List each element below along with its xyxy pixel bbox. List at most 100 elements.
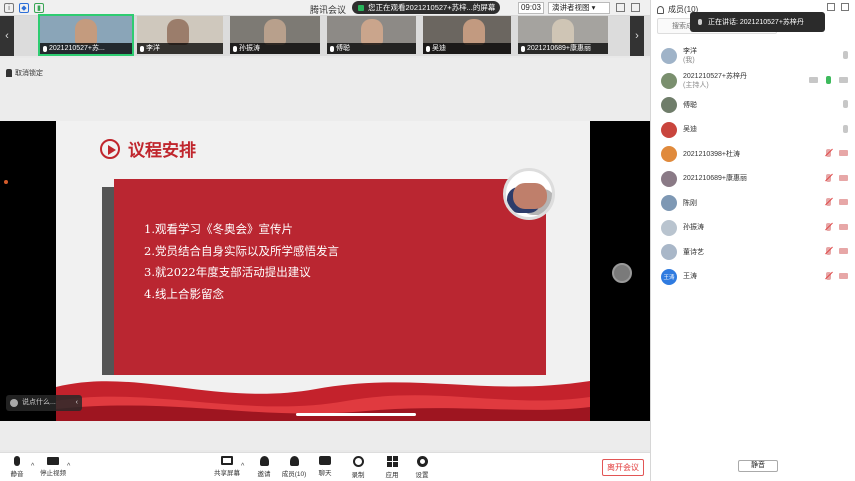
chevron-left-icon: ‹ <box>75 399 78 406</box>
video-off-icon[interactable] <box>839 248 848 254</box>
chat-quick-input[interactable]: 说点什么... ‹ <box>6 395 82 411</box>
member-item[interactable]: 李洋 (我) <box>651 44 855 69</box>
stop-video-label: 停止视频 <box>40 470 66 477</box>
mic-options-caret[interactable]: ^ <box>31 463 34 470</box>
strip-prev-button[interactable]: ‹ <box>0 16 14 56</box>
agenda-item: 4.线上合影留念 <box>144 286 224 301</box>
floating-control-button[interactable] <box>612 263 632 283</box>
participant-video <box>463 19 485 45</box>
person-icon <box>657 5 664 14</box>
meeting-toolbar: 静音 ^ 停止视频 ^ 共享屏幕 ^ 邀请 成员(10) 聊天 录制 应用 设置… <box>0 452 650 481</box>
invite-button[interactable]: 邀请 <box>249 456 279 480</box>
leave-meeting-button[interactable]: 离开会议 <box>602 459 644 476</box>
tile-name: 2021210527+苏... <box>49 45 105 52</box>
video-tile[interactable]: 孙振涛 <box>230 16 320 54</box>
avatar <box>661 170 677 187</box>
signal-icon[interactable]: ▮ <box>34 3 44 13</box>
member-item[interactable]: 吴迪 <box>651 118 855 143</box>
mic-icon <box>233 45 237 52</box>
pin-icon <box>6 69 12 77</box>
fullscreen-icon[interactable] <box>616 3 625 12</box>
record-button[interactable]: 录制 <box>343 456 373 480</box>
video-tile[interactable]: 吴迪 <box>423 16 511 54</box>
video-off-icon[interactable] <box>839 150 848 156</box>
microphone-icon[interactable] <box>843 124 848 133</box>
video-tile[interactable]: 2021210689+康惠丽 <box>518 16 608 54</box>
security-shield-icon[interactable]: ◆ <box>19 3 29 13</box>
members-button[interactable]: 成员(10) <box>279 456 309 480</box>
microphone-icon[interactable] <box>826 75 831 84</box>
share-screen-button[interactable]: 共享屏幕 <box>212 456 242 480</box>
avatar <box>661 97 677 114</box>
muted-microphone-icon[interactable] <box>826 149 831 157</box>
avatar <box>661 121 677 138</box>
participant-video <box>167 19 189 45</box>
muted-microphone-icon[interactable] <box>826 247 831 255</box>
member-item[interactable]: 傅聪 <box>651 93 855 118</box>
settings-button[interactable]: 设置 <box>407 456 437 480</box>
member-item[interactable]: 董诗艺 <box>651 240 855 265</box>
chat-button[interactable]: 聊天 <box>310 456 340 480</box>
member-name: 2021210398+杜涛 <box>683 150 741 158</box>
mic-icon <box>330 45 334 52</box>
view-mode-dropdown[interactable]: 演讲者视图 ▾ <box>548 2 610 14</box>
video-off-icon[interactable] <box>839 223 848 230</box>
mute-button[interactable]: 静音 <box>2 456 32 480</box>
muted-microphone-icon[interactable] <box>826 271 831 280</box>
agenda-item: 3.就2022年度支部活动提出建议 <box>144 265 311 279</box>
muted-microphone-icon[interactable] <box>826 198 831 206</box>
shared-screen[interactable]: 议程安排 1.观看学习《冬奥会》宣传片 2.党员结合自身实际以及所学感悟发言 3… <box>0 121 650 421</box>
popout-icon[interactable] <box>827 3 835 11</box>
tile-name: 李洋 <box>146 45 160 52</box>
avatar: 王涛 <box>661 268 677 285</box>
members-label: 成员(10) <box>281 471 307 478</box>
mic-icon <box>140 45 144 52</box>
screen-share-notice[interactable]: 您正在观看2021210527+苏梓...的屏幕 <box>352 1 500 14</box>
member-item[interactable]: 2021210398+杜涛 <box>651 142 855 167</box>
app-title: 腾讯会议 <box>310 5 347 15</box>
avatar <box>661 219 677 236</box>
member-name: 2021210527+苏梓丹 <box>683 72 748 80</box>
muted-microphone-icon[interactable] <box>826 173 831 182</box>
mute-all-button[interactable]: 静音 <box>738 460 778 472</box>
add-person-icon <box>259 456 269 466</box>
member-item[interactable]: 2021210689+康惠丽 <box>651 167 855 192</box>
muted-microphone-icon[interactable] <box>826 222 831 231</box>
view-mode-label: 演讲者视图 <box>552 3 590 12</box>
video-tile[interactable]: 2021210527+苏... <box>38 14 134 56</box>
layout-icon[interactable] <box>631 3 640 12</box>
video-icon[interactable] <box>839 76 848 83</box>
member-item[interactable]: 2021210527+苏梓丹 (主持人) <box>651 69 855 94</box>
main-stage: 取消锁定 议程安排 1.观看学习《冬奥会》宣传片 2.党员结合自身实际以及所学感… <box>0 58 650 450</box>
apps-grid-icon <box>386 456 398 467</box>
tile-name: 吴迪 <box>432 45 446 52</box>
unpin-label: 取消锁定 <box>15 70 43 77</box>
video-options-caret[interactable]: ^ <box>67 463 70 470</box>
close-panel-icon[interactable] <box>841 3 849 11</box>
speaking-indicator-text: 正在讲话: 2021210527+苏梓丹 <box>708 19 804 26</box>
title-bar-icons: i ◆ ▮ <box>4 3 44 13</box>
member-item[interactable]: 王涛 王涛 <box>651 265 855 290</box>
member-item[interactable]: 陈刚 <box>651 191 855 216</box>
microphone-icon[interactable] <box>843 51 848 59</box>
gear-icon <box>416 456 428 467</box>
member-item[interactable]: 孙振涛 <box>651 216 855 241</box>
microphone-icon[interactable] <box>843 100 848 108</box>
member-name: 吴迪 <box>683 126 697 134</box>
strip-next-button[interactable]: › <box>630 16 644 56</box>
avatar <box>661 146 677 163</box>
member-name: 董诗艺 <box>683 248 704 256</box>
stop-video-button[interactable]: 停止视频 <box>38 456 68 480</box>
participant-video <box>75 19 97 45</box>
panel-window-controls <box>827 3 849 11</box>
video-off-icon[interactable] <box>839 174 848 181</box>
info-icon[interactable]: i <box>4 3 14 13</box>
avatar <box>661 72 677 89</box>
video-off-icon[interactable] <box>839 199 848 205</box>
video-off-icon[interactable] <box>839 272 848 279</box>
video-tile[interactable]: 李洋 <box>137 16 223 54</box>
unpin-button[interactable]: 取消锁定 <box>6 68 43 78</box>
video-tile[interactable]: 傅聪 <box>327 16 416 54</box>
share-options-caret[interactable]: ^ <box>241 463 244 470</box>
apps-button[interactable]: 应用 <box>377 456 407 480</box>
